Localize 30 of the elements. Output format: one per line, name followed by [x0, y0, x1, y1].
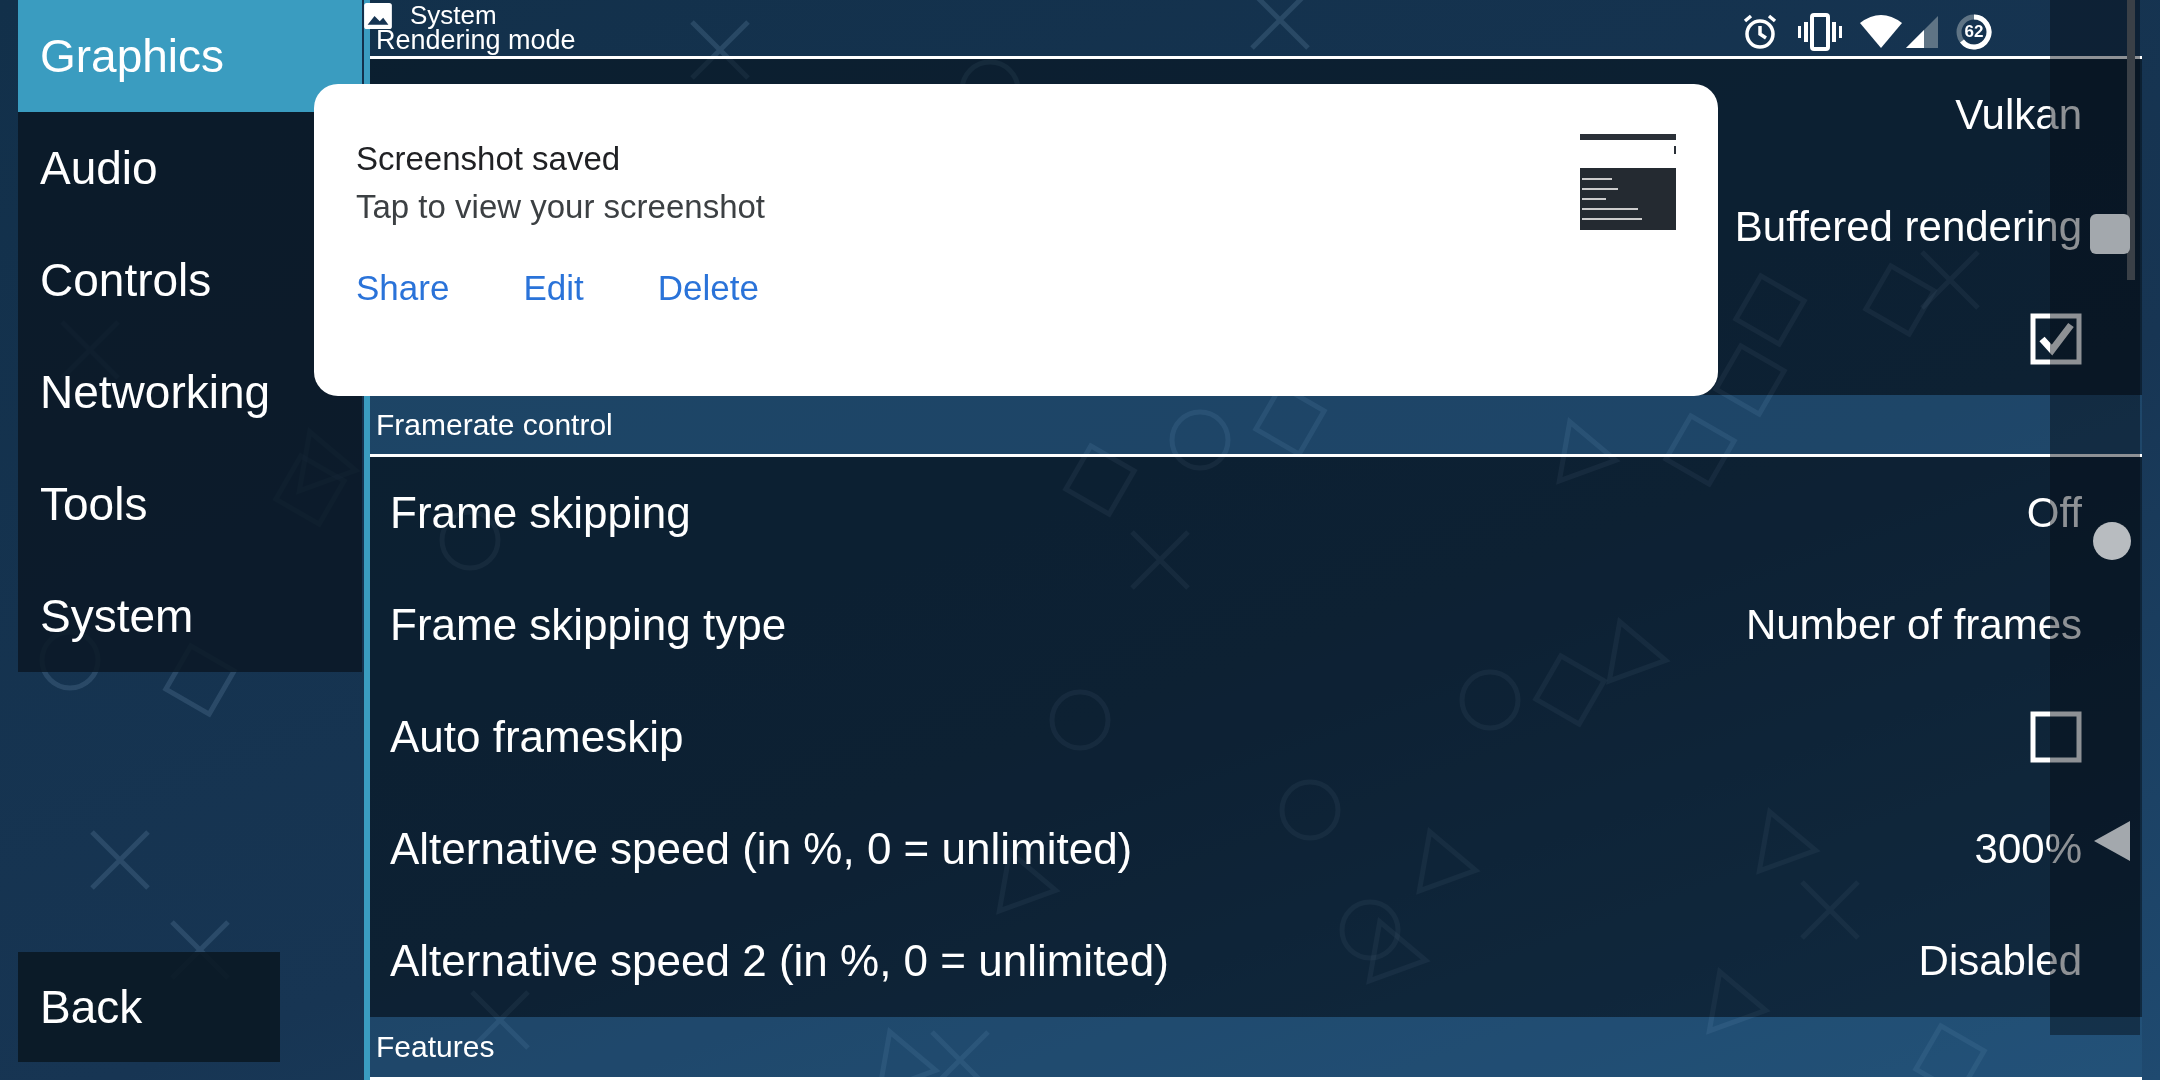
notification-title: Screenshot saved — [356, 140, 622, 178]
notification-action[interactable]: Delete — [657, 268, 759, 308]
notification-card[interactable]: Screenshot saved Tap to view your screenshot Share Edit Delete — [314, 84, 1718, 396]
setting-label[interactable]: Frame skipping type — [390, 600, 787, 651]
sidebar-tab[interactable]: Tools — [18, 448, 362, 560]
image-icon — [364, 3, 392, 29]
setting-label[interactable]: Alternative speed (in %, 0 = unlimited) — [390, 824, 1133, 875]
wifi-icon — [1860, 15, 1902, 49]
setting-value: Number of frames — [1745, 601, 2082, 650]
sidebar-tab[interactable]: System — [18, 560, 362, 672]
notification-action[interactable]: Edit — [523, 268, 584, 308]
checked-checkbox[interactable] — [2030, 312, 2082, 365]
section-header: Framerate control — [370, 394, 2142, 458]
setting-label[interactable]: Auto frameskip — [390, 712, 684, 763]
setting-value: Disabled — [1918, 937, 2082, 986]
back-button[interactable]: Back — [18, 952, 280, 1062]
checkbox[interactable] — [2030, 711, 2082, 764]
battery-indicator: 62 — [1956, 14, 1992, 50]
setting-value: 300% — [1974, 825, 2082, 874]
section-header: Features — [370, 1017, 2142, 1080]
notification-text: Tap to view your screenshot — [356, 188, 767, 226]
vibrate-icon — [1798, 12, 1842, 52]
setting-label[interactable]: Alternative speed 2 (in %, 0 = unlimited) — [390, 936, 1169, 987]
setting-label[interactable]: Frame skipping — [390, 488, 691, 539]
setting-value: Buffered rendering — [1734, 202, 2082, 251]
screenshot-thumbnail[interactable] — [1580, 134, 1676, 230]
signal-icon — [1906, 16, 1938, 48]
setting-value: Off — [2026, 489, 2082, 538]
setting-value: Vulkan — [1955, 90, 2082, 139]
notification-action[interactable]: Share — [356, 268, 450, 308]
